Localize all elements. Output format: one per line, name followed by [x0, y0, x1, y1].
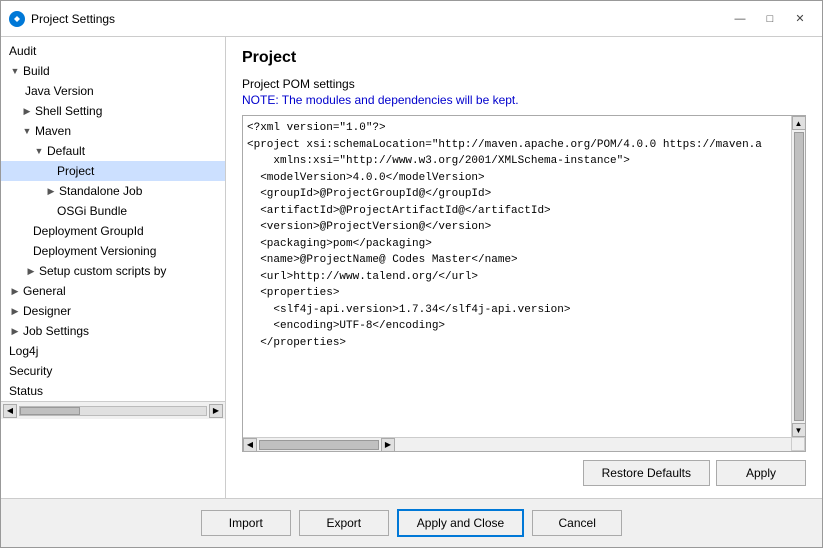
- sidebar-item-maven[interactable]: ▼ Maven: [1, 121, 225, 141]
- default-expand-icon: ▼: [33, 145, 45, 157]
- sidebar-item-general[interactable]: ▶ General: [1, 281, 225, 301]
- maven-label: Maven: [35, 124, 71, 138]
- apply-close-button[interactable]: Apply and Close: [397, 509, 524, 537]
- project-label: Project: [57, 164, 94, 178]
- sidebar-item-setup-custom[interactable]: ▶ Setup custom scripts by: [1, 261, 225, 281]
- sidebar-item-deployment-groupid[interactable]: Deployment GroupId: [1, 221, 225, 241]
- sidebar-item-designer[interactable]: ▶ Designer: [1, 301, 225, 321]
- standalone-job-label: Standalone Job: [59, 184, 142, 198]
- deployment-versioning-label: Deployment Versioning: [33, 244, 156, 258]
- shell-expand-icon: ▶: [21, 105, 33, 117]
- scroll-down-btn[interactable]: ▼: [792, 423, 806, 437]
- sidebar-scroll-thumb[interactable]: [20, 407, 80, 415]
- status-label: Status: [9, 384, 43, 398]
- window-controls: — □ ✕: [726, 7, 814, 31]
- maven-expand-icon: ▼: [21, 125, 33, 137]
- content-title: Project: [242, 49, 806, 67]
- job-settings-expand-icon: ▶: [9, 325, 21, 337]
- audit-label: Audit: [9, 44, 36, 58]
- designer-label: Designer: [23, 304, 71, 318]
- content-note: NOTE: The modules and dependencies will …: [242, 93, 806, 107]
- main-content: Audit ▼ Build Java Version ▶ Shell Setti…: [1, 37, 822, 498]
- content-panel: Project Project POM settings NOTE: The m…: [226, 37, 822, 498]
- general-expand-icon: ▶: [9, 285, 21, 297]
- bottom-bar: Import Export Apply and Close Cancel: [1, 498, 822, 547]
- sidebar-item-osgi-bundle[interactable]: OSGi Bundle: [1, 201, 225, 221]
- scroll-v-thumb[interactable]: [794, 132, 804, 421]
- sidebar-item-java-version[interactable]: Java Version: [1, 81, 225, 101]
- security-label: Security: [9, 364, 52, 378]
- log4j-label: Log4j: [9, 344, 38, 358]
- java-version-label: Java Version: [25, 84, 94, 98]
- sidebar-item-shell-setting[interactable]: ▶ Shell Setting: [1, 101, 225, 121]
- scroll-h-thumb[interactable]: [259, 440, 379, 450]
- sidebar-scroll-left-btn[interactable]: ◀: [3, 404, 17, 418]
- setup-custom-label: Setup custom scripts by: [39, 264, 166, 278]
- scroll-up-btn[interactable]: ▲: [792, 116, 806, 130]
- maximize-button[interactable]: □: [756, 7, 784, 31]
- sidebar-horizontal-scrollbar[interactable]: ◀ ▶: [1, 401, 225, 419]
- sidebar-item-security[interactable]: Security: [1, 361, 225, 381]
- cancel-button[interactable]: Cancel: [532, 510, 622, 536]
- sidebar-scroll-track[interactable]: [19, 406, 207, 416]
- sidebar-item-log4j[interactable]: Log4j: [1, 341, 225, 361]
- restore-defaults-button[interactable]: Restore Defaults: [583, 460, 710, 486]
- sidebar-item-build[interactable]: ▼ Build: [1, 61, 225, 81]
- sidebar-item-default[interactable]: ▼ Default: [1, 141, 225, 161]
- sidebar-item-project[interactable]: Project: [1, 161, 225, 181]
- scroll-right-btn[interactable]: ▶: [381, 438, 395, 452]
- project-settings-window: Project Settings — □ ✕ Audit ▼ Build Jav…: [0, 0, 823, 548]
- osgi-bundle-label: OSGi Bundle: [57, 204, 127, 218]
- title-bar: Project Settings — □ ✕: [1, 1, 822, 37]
- sidebar-item-standalone-job[interactable]: ▶ Standalone Job: [1, 181, 225, 201]
- scroll-left-btn[interactable]: ◀: [243, 438, 257, 452]
- sidebar-item-status[interactable]: Status: [1, 381, 225, 401]
- xml-horizontal-scrollbar[interactable]: ◀ ▶: [243, 437, 791, 451]
- sidebar-item-audit[interactable]: Audit: [1, 41, 225, 61]
- minimize-button[interactable]: —: [726, 7, 754, 31]
- xml-editor[interactable]: <?xml version="1.0"?> <project xsi:schem…: [243, 116, 805, 451]
- standalone-expand-icon: ▶: [45, 185, 57, 197]
- default-label: Default: [47, 144, 85, 158]
- build-label: Build: [23, 64, 50, 78]
- deployment-groupid-label: Deployment GroupId: [33, 224, 144, 238]
- window-title: Project Settings: [31, 12, 726, 26]
- setup-custom-expand-icon: ▶: [25, 265, 37, 277]
- general-label: General: [23, 284, 66, 298]
- scroll-corner: [791, 437, 805, 451]
- sidebar: Audit ▼ Build Java Version ▶ Shell Setti…: [1, 37, 226, 498]
- close-button[interactable]: ✕: [786, 7, 814, 31]
- apply-button[interactable]: Apply: [716, 460, 806, 486]
- import-button[interactable]: Import: [201, 510, 291, 536]
- xml-editor-container: <?xml version="1.0"?> <project xsi:schem…: [242, 115, 806, 452]
- sidebar-scroll-right-btn[interactable]: ▶: [209, 404, 223, 418]
- sidebar-item-deployment-versioning[interactable]: Deployment Versioning: [1, 241, 225, 261]
- export-button[interactable]: Export: [299, 510, 389, 536]
- shell-setting-label: Shell Setting: [35, 104, 102, 118]
- restore-apply-row: Restore Defaults Apply: [242, 460, 806, 486]
- job-settings-label: Job Settings: [23, 324, 89, 338]
- app-icon: [9, 11, 25, 27]
- sidebar-item-job-settings[interactable]: ▶ Job Settings: [1, 321, 225, 341]
- designer-expand-icon: ▶: [9, 305, 21, 317]
- build-expand-icon: ▼: [9, 65, 21, 77]
- content-subtitle: Project POM settings: [242, 77, 806, 91]
- xml-vertical-scrollbar[interactable]: ▲ ▼: [791, 116, 805, 437]
